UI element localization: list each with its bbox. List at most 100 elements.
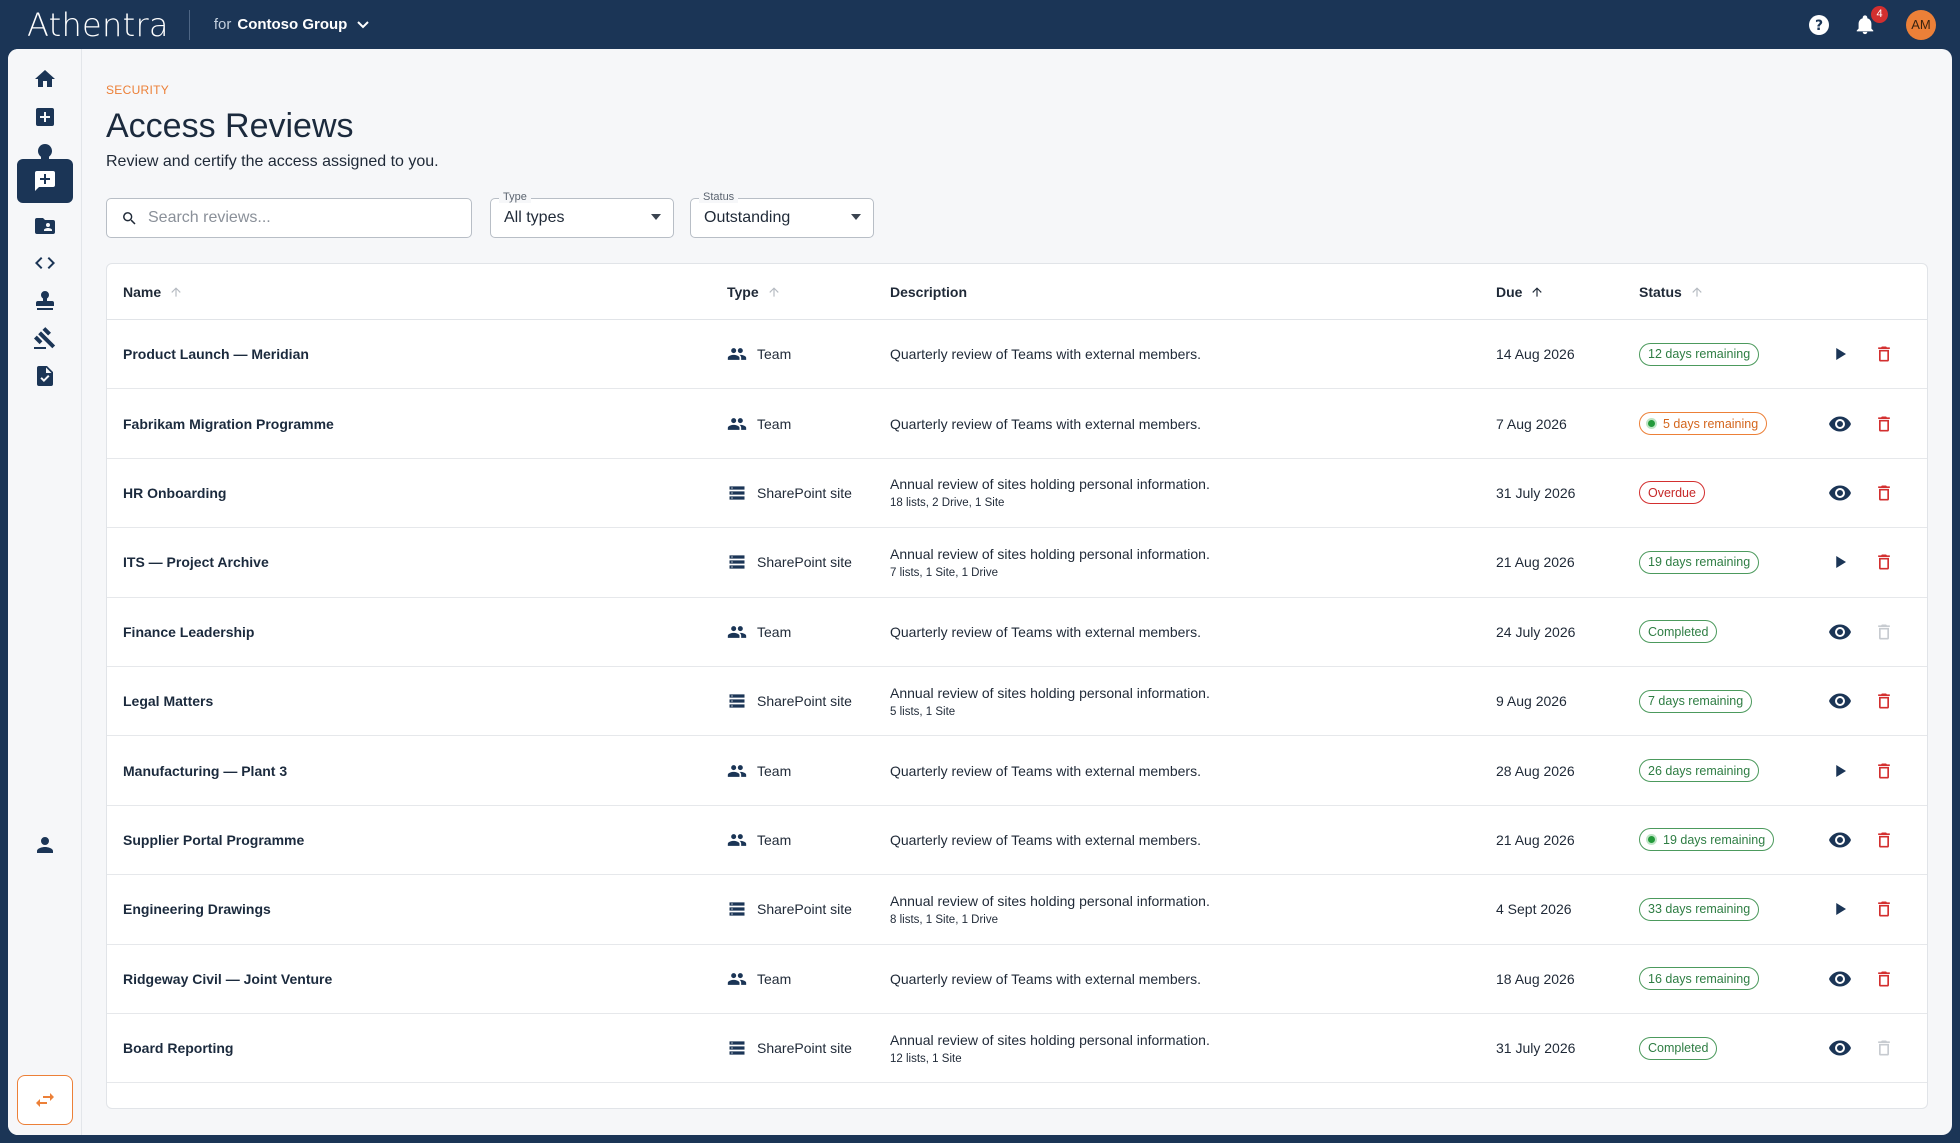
table-row[interactable]: HR Onboarding SharePoint site Annual revie… xyxy=(107,459,1927,529)
status-dot xyxy=(1646,418,1657,430)
view-review-button[interactable] xyxy=(1825,459,1855,527)
start-review-button[interactable] xyxy=(1825,528,1855,596)
type-filter-select[interactable]: Type All types xyxy=(490,191,674,238)
org-switcher[interactable]: for Contoso Group xyxy=(214,16,370,33)
row-description-detail: 7 lists, 1 Site, 1 Drive xyxy=(890,566,999,579)
status-badge: 12 days remaining xyxy=(1639,342,1760,366)
column-header-label: Name xyxy=(123,284,162,300)
delete-review-button[interactable] xyxy=(1869,875,1899,943)
section-eyebrow: SECURITY xyxy=(106,83,170,97)
row-name[interactable]: ITS — Project Archive xyxy=(123,528,269,596)
column-header-status[interactable]: Status xyxy=(1639,264,1704,320)
delete-review-button[interactable] xyxy=(1869,459,1899,527)
table-row[interactable]: Engineering Drawings SharePoint site Annua… xyxy=(107,875,1927,945)
table-row[interactable]: Manufacturing — Plant 3 Team Quarterly rev… xyxy=(107,736,1927,806)
delete-review-button[interactable] xyxy=(1869,945,1899,1013)
table-row[interactable]: ITS — Project Archive SharePoint site Annu… xyxy=(107,528,1927,598)
eye-icon xyxy=(1829,416,1851,432)
home-icon xyxy=(35,70,55,87)
eye-icon xyxy=(1829,1040,1851,1056)
delete-review-button[interactable] xyxy=(1869,736,1899,804)
row-name[interactable]: Finance Leadership xyxy=(123,598,254,666)
table-row[interactable]: Legal Matters SharePoint site Annual revie… xyxy=(107,667,1927,737)
trash-icon xyxy=(1878,346,1890,362)
status-badge-text: 33 days remaining xyxy=(1648,902,1751,917)
table-row[interactable]: Product Launch — Meridian Team Quarterly r… xyxy=(107,320,1927,390)
row-name[interactable]: Supplier Portal Programme xyxy=(123,806,304,874)
column-header-name[interactable]: Name xyxy=(123,264,183,320)
view-review-button[interactable] xyxy=(1825,598,1855,666)
nav-access-reviews[interactable] xyxy=(17,159,73,203)
row-name[interactable]: Fabrikam Migration Programme xyxy=(123,389,334,457)
delete-review-button[interactable] xyxy=(1869,389,1899,457)
nav-compliance[interactable] xyxy=(17,354,73,398)
status-badge-text: 26 days remaining xyxy=(1648,763,1751,778)
type-filter-value: All types xyxy=(504,209,565,226)
row-name[interactable]: HR Onboarding xyxy=(123,459,226,527)
delete-review-button[interactable] xyxy=(1869,667,1899,735)
delete-review-button[interactable] xyxy=(1869,806,1899,874)
row-description-text: Quarterly review of Teams with external … xyxy=(890,415,1201,432)
table-row[interactable]: Board Reporting SharePoint site Annual rev… xyxy=(107,1014,1927,1084)
sharepoint-icon xyxy=(729,1041,745,1055)
table-row[interactable]: Supplier Portal Programme Team Quarterly r… xyxy=(107,806,1927,876)
column-header-type[interactable]: Type xyxy=(727,264,781,320)
help-button[interactable]: ? xyxy=(1806,12,1832,38)
row-type: Team xyxy=(727,320,791,388)
status-filter-select[interactable]: Status Outstanding xyxy=(690,191,874,238)
view-review-button[interactable] xyxy=(1825,389,1855,457)
status-badge: Completed xyxy=(1639,1036,1718,1060)
row-due-date: 31 July 2026 xyxy=(1496,1040,1576,1057)
start-review-button[interactable] xyxy=(1825,736,1855,804)
start-review-button[interactable] xyxy=(1825,320,1855,388)
column-header-due[interactable]: Due xyxy=(1496,264,1544,320)
eye-icon xyxy=(1829,485,1851,501)
row-status: Completed xyxy=(1639,598,1718,666)
delete-review-button[interactable] xyxy=(1869,320,1899,388)
status-badge-text: 19 days remaining xyxy=(1663,832,1766,847)
status-badge: Completed xyxy=(1639,620,1718,644)
view-review-button[interactable] xyxy=(1825,667,1855,735)
play-icon xyxy=(1836,764,1846,777)
row-name[interactable]: Engineering Drawings xyxy=(123,875,271,943)
row-description: Quarterly review of Teams with external … xyxy=(890,736,1201,804)
eye-icon xyxy=(1829,832,1851,848)
view-review-button[interactable] xyxy=(1825,1014,1855,1082)
org-name: Contoso Group xyxy=(237,16,348,33)
search-input[interactable] xyxy=(148,209,448,227)
user-avatar[interactable]: AM xyxy=(1906,9,1936,40)
row-name[interactable]: Product Launch — Meridian xyxy=(123,320,309,388)
start-review-button[interactable] xyxy=(1825,875,1855,943)
row-name[interactable]: Board Reporting xyxy=(123,1014,233,1082)
org-prefix: for xyxy=(213,16,232,33)
switch-context-button[interactable] xyxy=(17,1075,73,1125)
row-description-text: Annual review of sites holding personal … xyxy=(890,892,1210,909)
row-description: Quarterly review of Teams with external … xyxy=(890,389,1201,457)
table-row[interactable]: Fabrikam Migration Programme Team Quarterl… xyxy=(107,389,1927,459)
team-icon xyxy=(727,417,747,430)
row-name[interactable]: Manufacturing — Plant 3 xyxy=(123,736,287,804)
nav-profile[interactable] xyxy=(17,823,73,867)
row-name[interactable]: Legal Matters xyxy=(123,667,213,735)
row-name[interactable]: Ridgeway Civil — Joint Venture xyxy=(123,945,332,1013)
notifications-button[interactable]: 4 xyxy=(1852,5,1888,38)
view-review-button[interactable] xyxy=(1825,806,1855,874)
trash-icon xyxy=(1878,1040,1890,1056)
row-description-text: Annual review of sites holding personal … xyxy=(890,545,1210,562)
app-logo[interactable]: Athentra xyxy=(27,6,169,44)
table-row[interactable]: Finance Leadership Team Quarterly review o… xyxy=(107,598,1927,667)
row-type-label: Team xyxy=(757,346,792,363)
row-description-text: Annual review of sites holding personal … xyxy=(890,1031,1210,1048)
eye-icon xyxy=(1829,624,1851,640)
view-review-button[interactable] xyxy=(1825,945,1855,1013)
side-nav xyxy=(8,49,82,1135)
table-row[interactable]: Ridgeway Civil — Joint Venture Team Quarte… xyxy=(107,945,1927,1014)
trash-icon xyxy=(1878,901,1890,917)
trash-icon xyxy=(1878,624,1890,640)
row-type-label: Team xyxy=(757,831,792,848)
row-description: Annual review of sites holding personal … xyxy=(890,875,1210,943)
row-type: SharePoint site xyxy=(727,875,852,943)
top-bar: Athentra for Contoso Group ? 4 AM xyxy=(0,0,1960,49)
row-due-date: 14 Aug 2026 xyxy=(1496,346,1575,363)
delete-review-button[interactable] xyxy=(1869,528,1899,596)
